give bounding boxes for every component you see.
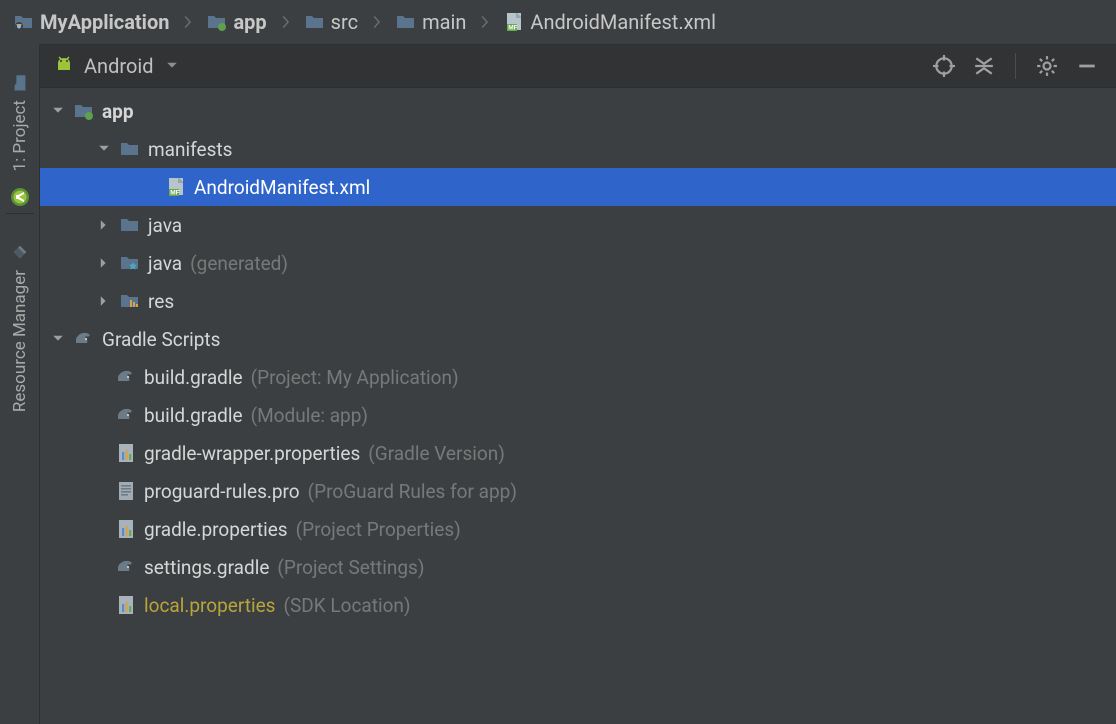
tree-node-manifests[interactable]: manifests [40, 130, 1116, 168]
res-folder-icon [120, 291, 140, 311]
tree-node-androidmanifest[interactable]: AndroidManifest.xml [40, 168, 1116, 206]
expand-arrow-icon[interactable] [50, 331, 66, 347]
tree-node-build-gradle-project[interactable]: build.gradle (Project: My Application) [40, 358, 1116, 396]
chevron-icon [474, 12, 496, 32]
folder-icon [120, 139, 140, 159]
tree-node-app[interactable]: app [40, 92, 1116, 130]
tree-node-res[interactable]: res [40, 282, 1116, 320]
node-label: AndroidManifest.xml [194, 176, 370, 199]
node-sublabel: (Project Settings) [277, 556, 424, 579]
divider [6, 213, 34, 214]
node-label: java [148, 214, 182, 237]
folder-icon [396, 12, 416, 32]
gradle-icon [116, 405, 136, 425]
generated-folder-icon [120, 253, 140, 273]
gradle-icon [116, 367, 136, 387]
properties-file-icon [116, 595, 136, 615]
node-label: manifests [148, 138, 232, 161]
view-name: Android [84, 54, 154, 78]
project-panel: Android app manifests [40, 44, 1116, 724]
select-opened-file-button[interactable] [929, 51, 959, 81]
android-studio-icon [10, 187, 30, 207]
tree-node-proguard-rules[interactable]: proguard-rules.pro (ProGuard Rules for a… [40, 472, 1116, 510]
breadcrumb: MyApplication app src main AndroidManife… [0, 0, 1116, 44]
node-label: app [102, 100, 134, 123]
crumb-app[interactable]: app [207, 10, 266, 34]
node-label: gradle-wrapper.properties [144, 442, 360, 465]
project-folder-icon [14, 12, 34, 32]
tool-tab-label: 1: Project [10, 100, 30, 171]
chevron-down-icon [164, 58, 180, 74]
tree-node-gradle-wrapper-properties[interactable]: gradle-wrapper.properties (Gradle Versio… [40, 434, 1116, 472]
node-label: build.gradle [144, 404, 243, 427]
tool-tab-resource-manager[interactable]: Resource Manager [10, 220, 30, 422]
expand-arrow-icon[interactable] [96, 255, 112, 271]
gradle-icon [116, 557, 136, 577]
android-icon [54, 56, 74, 76]
expand-arrow-icon[interactable] [96, 293, 112, 309]
crumb-label: src [331, 10, 358, 34]
module-folder-icon [74, 101, 94, 121]
hide-button[interactable] [1072, 51, 1102, 81]
properties-file-icon [116, 519, 136, 539]
tree-node-gradle-scripts[interactable]: Gradle Scripts [40, 320, 1116, 358]
crumb-main[interactable]: main [396, 10, 466, 34]
chevron-icon [275, 12, 297, 32]
separator [1015, 53, 1016, 79]
expand-arrow-icon[interactable] [96, 141, 112, 157]
module-folder-icon [207, 12, 227, 32]
tree-node-settings-gradle[interactable]: settings.gradle (Project Settings) [40, 548, 1116, 586]
crumb-myapplication[interactable]: MyApplication [14, 10, 169, 34]
crumb-label: MyApplication [40, 10, 169, 34]
node-sublabel: (Project Properties) [296, 518, 461, 541]
properties-file-icon [116, 443, 136, 463]
project-icon [10, 72, 30, 92]
tool-tab-project[interactable]: 1: Project [10, 50, 30, 181]
tool-window-bar: 1: Project Resource Manager [0, 44, 40, 724]
expand-arrow-icon[interactable] [50, 103, 66, 119]
crumb-label: main [422, 10, 466, 34]
crumb-label: app [233, 10, 266, 34]
tree-node-java-generated[interactable]: java (generated) [40, 244, 1116, 282]
gradle-icon [74, 329, 94, 349]
collapse-all-button[interactable] [969, 51, 999, 81]
text-file-icon [116, 481, 136, 501]
node-sublabel: (generated) [190, 252, 288, 275]
node-label: java [148, 252, 182, 275]
expand-arrow-icon[interactable] [96, 217, 112, 233]
node-sublabel: (Gradle Version) [368, 442, 505, 465]
crumb-label: AndroidManifest.xml [530, 10, 716, 34]
node-label: settings.gradle [144, 556, 269, 579]
chevron-icon [177, 12, 199, 32]
tool-tab-android-studio[interactable] [10, 181, 30, 207]
chevron-icon [366, 12, 388, 32]
tree-node-build-gradle-module[interactable]: build.gradle (Module: app) [40, 396, 1116, 434]
node-sublabel: (Project: My Application) [251, 366, 459, 389]
crumb-src[interactable]: src [305, 10, 358, 34]
node-label: build.gradle [144, 366, 243, 389]
node-sublabel: (SDK Location) [284, 594, 411, 617]
node-label: gradle.properties [144, 518, 288, 541]
crumb-androidmanifest[interactable]: AndroidManifest.xml [504, 10, 716, 34]
project-panel-header: Android [40, 44, 1116, 88]
node-label: local.properties [144, 594, 276, 617]
resource-manager-icon [10, 242, 30, 262]
view-selector[interactable]: Android [54, 54, 180, 78]
tree-node-java[interactable]: java [40, 206, 1116, 244]
node-label: proguard-rules.pro [144, 480, 300, 503]
folder-icon [120, 215, 140, 235]
project-tree[interactable]: app manifests AndroidManifest.xml java [40, 88, 1116, 724]
node-label: Gradle Scripts [102, 328, 220, 351]
node-sublabel: (ProGuard Rules for app) [308, 480, 517, 503]
tree-node-gradle-properties[interactable]: gradle.properties (Project Properties) [40, 510, 1116, 548]
manifest-file-icon [166, 177, 186, 197]
tool-tab-label: Resource Manager [10, 270, 30, 412]
node-label: res [148, 290, 174, 313]
manifest-file-icon [504, 12, 524, 32]
settings-button[interactable] [1032, 51, 1062, 81]
tree-node-local-properties[interactable]: local.properties (SDK Location) [40, 586, 1116, 624]
node-sublabel: (Module: app) [251, 404, 368, 427]
folder-icon [305, 12, 325, 32]
